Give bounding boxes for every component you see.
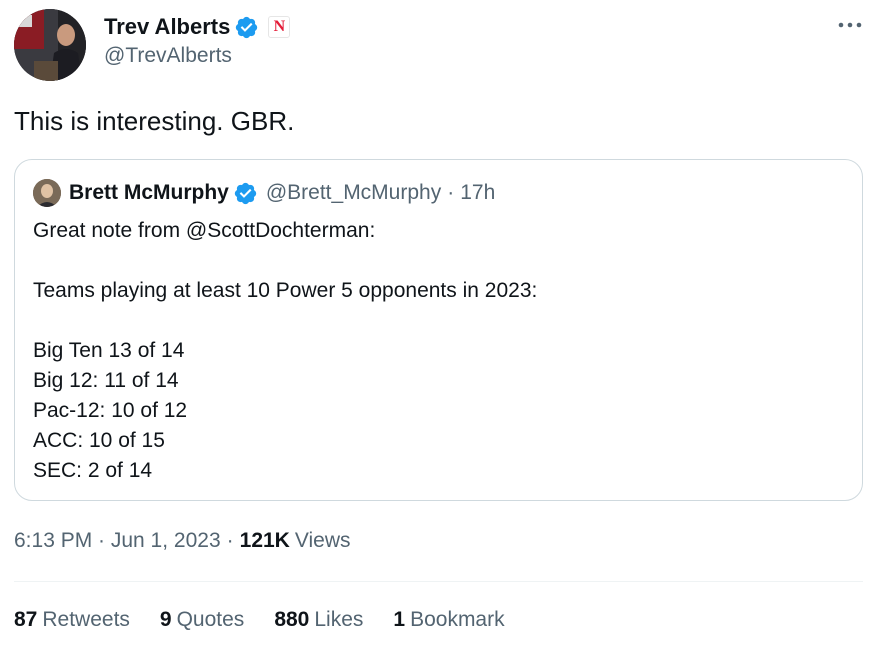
separator-dot: ·: [447, 181, 455, 204]
likes-count: 880: [274, 608, 310, 631]
quotes-label: Quotes: [176, 608, 245, 631]
retweets-label: Retweets: [42, 608, 130, 631]
views-label: Views: [294, 529, 351, 552]
quote-author-handle: @Brett_McMurphy: [265, 181, 442, 204]
quote-timestamp: 17h: [460, 181, 496, 204]
quote-line: Big 12: 11 of 14: [33, 369, 179, 392]
bookmarks-count: 1: [393, 608, 406, 631]
quote-line: SEC: 2 of 14: [33, 459, 153, 482]
views-count: 121K: [239, 529, 290, 552]
separator-dot: ·: [226, 529, 234, 552]
likes-label: Likes: [314, 608, 364, 631]
verified-badge-icon: [234, 182, 257, 204]
quote-line: Pac-12: 10 of 12: [33, 399, 188, 422]
retweets-count: 87: [14, 608, 38, 631]
tweet-meta: 6:13 PM · Jun 1, 2023 · 121K Views: [14, 529, 350, 553]
retweets-stat[interactable]: 87 Retweets: [14, 608, 130, 632]
author-name[interactable]: Trev Alberts: [104, 14, 230, 40]
more-options-button[interactable]: [832, 10, 868, 40]
quote-line: Big Ten 13 of 14: [33, 339, 185, 362]
quote-line: ACC: 10 of 15: [33, 429, 165, 452]
author-handle[interactable]: @TrevAlberts: [104, 44, 232, 68]
quotes-stat[interactable]: 9 Quotes: [160, 608, 244, 632]
verified-badge-icon: [236, 16, 258, 38]
quote-line: [33, 306, 537, 336]
quote-body: Great note from @ScottDochterman: Teams …: [33, 216, 537, 486]
quote-line: [33, 246, 537, 276]
quoted-tweet-card[interactable]: Brett McMurphy @Brett_McMurphy · 17h Gre…: [14, 159, 863, 501]
quote-author-name: Brett McMurphy: [69, 181, 229, 204]
bookmarks-label: Bookmark: [410, 608, 505, 631]
quote-line: Teams playing at least 10 Power 5 oppone…: [33, 279, 538, 302]
engagement-stats: 87 Retweets 9 Quotes 880 Likes 1 Bookmar…: [14, 608, 505, 632]
quote-author-avatar: [33, 179, 61, 207]
author-name-row: Trev Alberts N: [104, 12, 291, 42]
tweet-timestamp[interactable]: 6:13 PM · Jun 1, 2023: [14, 529, 221, 553]
divider: [14, 581, 863, 582]
quotes-count: 9: [159, 608, 172, 631]
quote-line: Great note from @ScottDochterman:: [33, 219, 376, 242]
quote-header: Brett McMurphy @Brett_McMurphy · 17h: [69, 178, 495, 208]
likes-stat[interactable]: 880 Likes: [274, 608, 363, 632]
tweet-text: This is interesting. GBR.: [14, 106, 295, 136]
bookmarks-stat[interactable]: 1 Bookmark: [393, 608, 504, 632]
nebraska-affiliation-icon[interactable]: N: [268, 16, 291, 38]
author-avatar[interactable]: [14, 9, 86, 81]
more-horizontal-icon: [838, 22, 862, 28]
